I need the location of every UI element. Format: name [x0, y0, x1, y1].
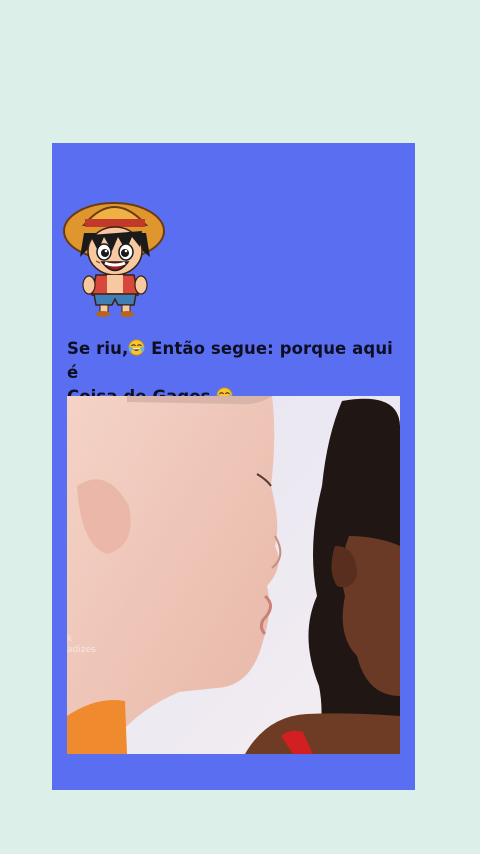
post-photo[interactable]: k adizes: [67, 396, 400, 754]
page: { "post": { "caption_line1": "Se riu,", …: [0, 0, 480, 854]
caption-text-part1: Se riu,: [67, 339, 129, 358]
caption-line-1: Se riu, Então segue: porque aqui é: [67, 337, 407, 385]
tears-of-joy-emoji-icon: [128, 339, 145, 356]
straw-hat-avatar-icon: [62, 195, 168, 317]
photo-watermark: k adizes: [67, 634, 96, 655]
post-card: Se riu, Então segue: porque aqui é Coisa…: [52, 143, 415, 790]
photo-illustration: [67, 396, 400, 754]
